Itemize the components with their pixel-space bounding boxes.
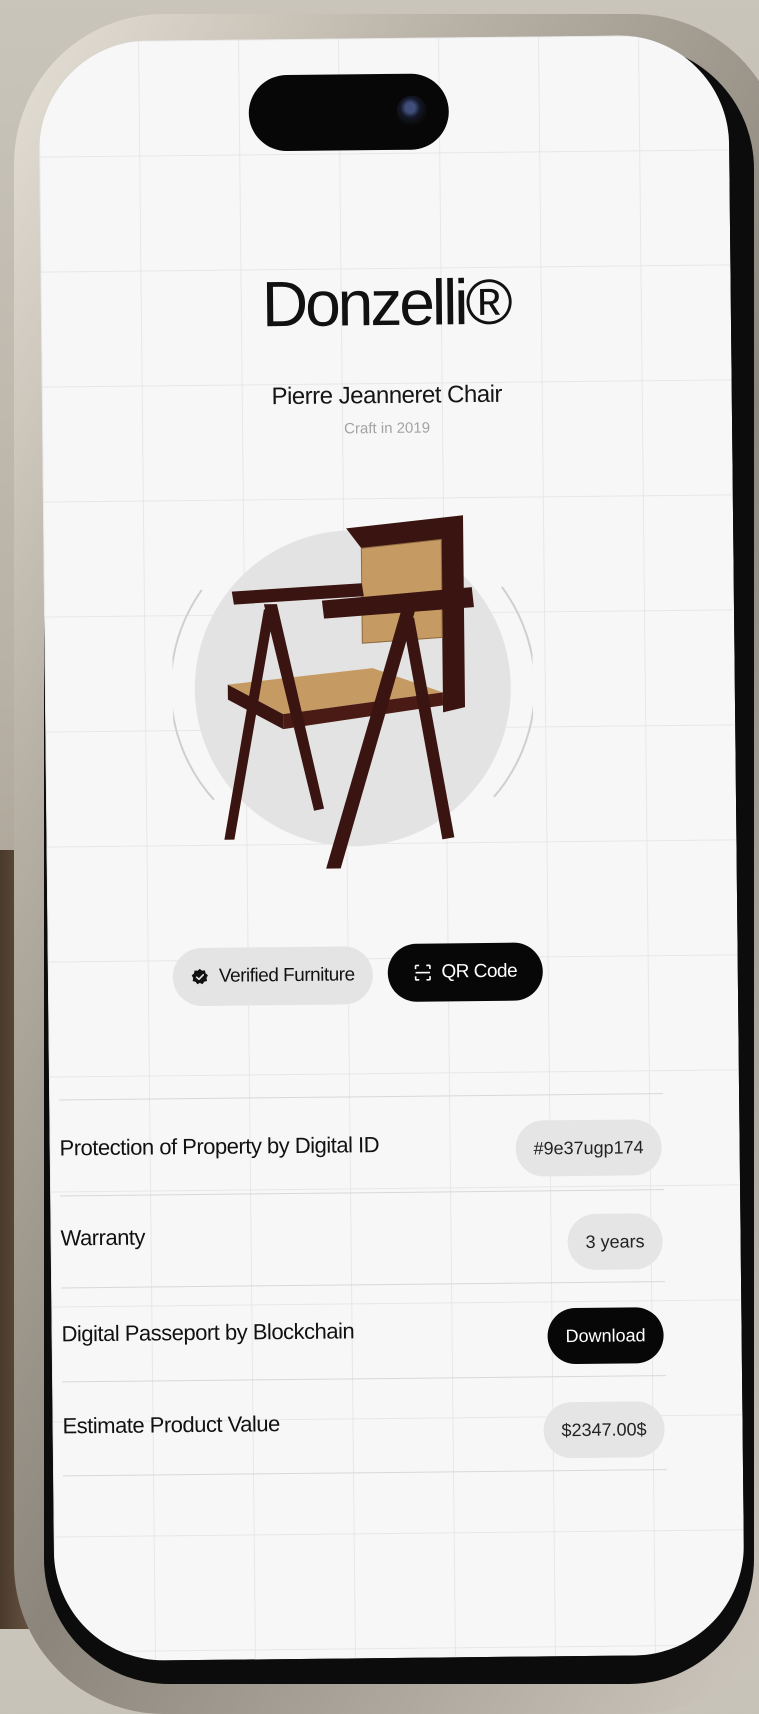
row-divider <box>61 1281 666 1289</box>
qr-label: QR Code <box>441 960 518 983</box>
dynamic-island <box>248 73 450 152</box>
brand-logo: Donzelli® <box>261 265 511 341</box>
qr-scan-icon <box>414 964 431 981</box>
product-value-chip: $2347.00$ <box>543 1401 665 1459</box>
row-divider <box>63 1469 668 1477</box>
phone-screen: Donzelli® Pierre Jeanneret Chair Craft i… <box>38 34 745 1662</box>
digital-id-chip: #9e37ugp174 <box>515 1119 662 1177</box>
verified-label: Verified Furniture <box>218 964 355 987</box>
product-title: Pierre Jeanneret Chair <box>271 380 503 411</box>
warranty-chip: 3 years <box>567 1213 663 1271</box>
product-details-list: Protection of Property by Digital ID #9e… <box>49 1092 739 1477</box>
front-camera-icon <box>396 95 427 126</box>
qr-code-button[interactable]: QR Code <box>387 942 544 1002</box>
row-divider <box>60 1189 665 1197</box>
detail-label-warranty: Warranty <box>60 1224 146 1251</box>
row-divider <box>62 1375 667 1383</box>
product-subtitle: Craft in 2019 <box>344 419 431 438</box>
product-hero <box>170 515 535 871</box>
download-passport-button[interactable]: Download <box>547 1307 664 1365</box>
detail-label-digital-id: Protection of Property by Digital ID <box>59 1132 380 1161</box>
verified-badge-icon <box>191 968 209 985</box>
detail-label-value: Estimate Product Value <box>62 1411 280 1439</box>
detail-label-blockchain: Digital Passeport by Blockchain <box>61 1318 355 1347</box>
row-divider <box>59 1093 664 1101</box>
verified-furniture-button[interactable]: Verified Furniture <box>172 946 374 1007</box>
